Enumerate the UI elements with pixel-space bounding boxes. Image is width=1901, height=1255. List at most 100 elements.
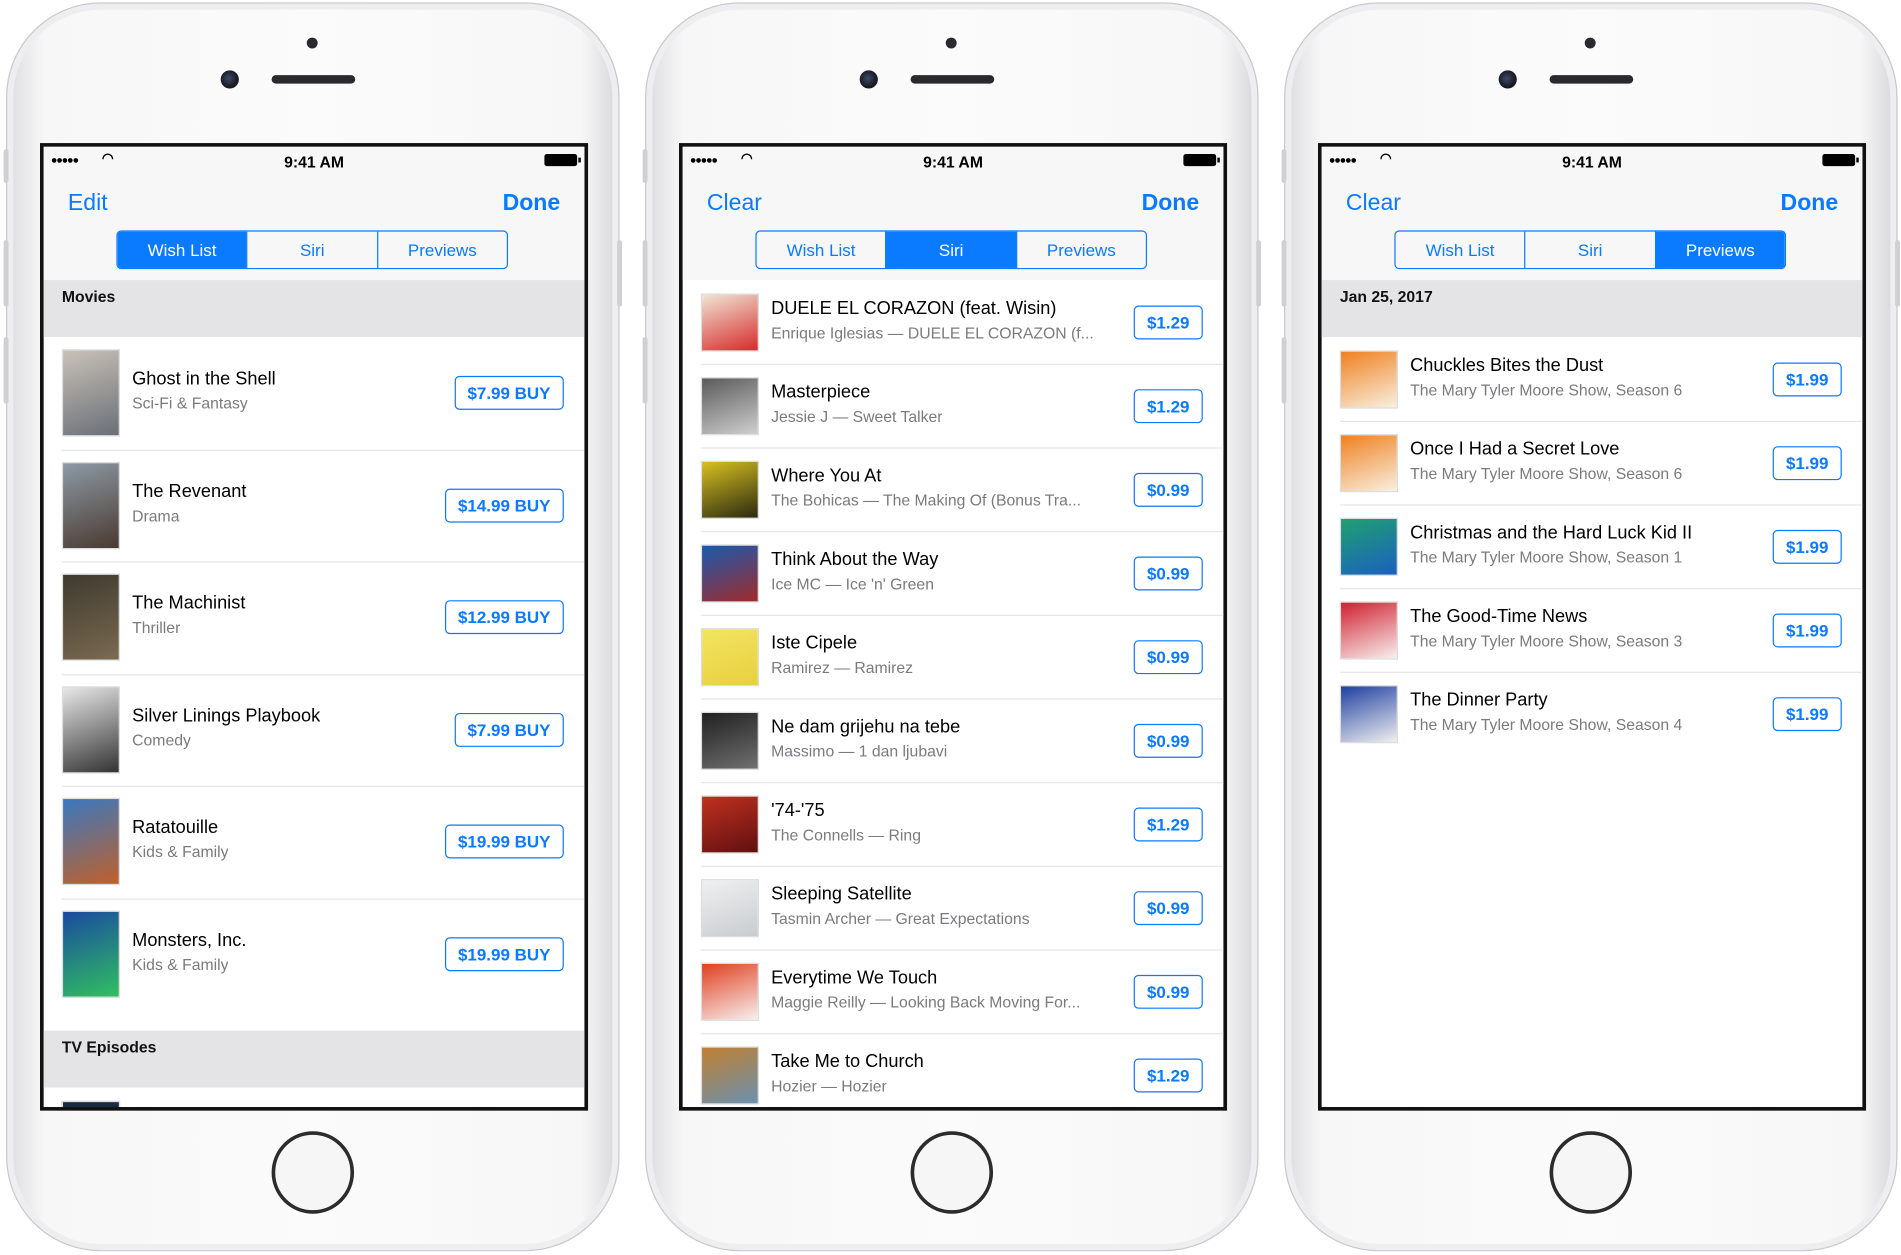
tab-siri[interactable]: Siri <box>246 231 377 268</box>
list-item[interactable]: Once I Had a Secret Love The Mary Tyler M… <box>1322 421 1863 505</box>
status-time: 9:41 AM <box>923 152 983 171</box>
home-button[interactable] <box>271 1131 355 1214</box>
price-button[interactable]: $1.29 <box>1133 388 1203 423</box>
list-item[interactable]: '74-'75 The Connells — Ring $1.29 <box>683 782 1224 866</box>
tab-previews[interactable]: Previews <box>376 231 507 268</box>
price-button[interactable]: $0.99 <box>1133 472 1203 507</box>
item-title: Once I Had a Secret Love <box>1410 438 1620 459</box>
price-button[interactable]: $0.99 <box>1133 555 1203 590</box>
item-subtitle: Comedy <box>132 730 191 750</box>
power-button[interactable] <box>617 240 623 307</box>
price-button[interactable]: $7.99 BUY <box>454 376 564 411</box>
list-item[interactable]: Iste Cipele Ramirez — Ramirez $0.99 <box>683 615 1224 699</box>
price-button[interactable]: $0.99 <box>1133 890 1203 925</box>
mute-switch[interactable] <box>1281 149 1287 184</box>
section-header: Jan 25, 2017 <box>1321 280 1863 338</box>
item-title: '74-'75 <box>771 799 825 821</box>
item-title: Masterpiece <box>771 381 871 402</box>
status-bar: ●●●●● ◠ 9:41 AM <box>44 147 585 176</box>
list-item[interactable]: Christmas and the Hard Luck Kid II The Ma… <box>1322 504 1863 588</box>
price-button[interactable]: $12.99 BUY <box>444 600 564 635</box>
list-item[interactable]: Ratatouille Kids & Family $19.99 BUY <box>44 786 585 898</box>
list-item[interactable]: Masterpiece Jessie J — Sweet Talker $1.29 <box>683 364 1224 448</box>
price-button[interactable]: $1.99 <box>1772 529 1842 564</box>
volume-up-button[interactable] <box>1281 240 1287 307</box>
item-title: The Dinner Party <box>1410 689 1548 710</box>
price-button[interactable]: $1.99 <box>1772 361 1842 396</box>
price-button[interactable]: $14.99 BUY <box>444 488 564 523</box>
list-item[interactable]: Think About the Way Ice MC — Ice 'n' Gree… <box>683 531 1224 615</box>
power-button[interactable] <box>1895 240 1900 307</box>
item-subtitle: Maggie Reilly — Looking Back Moving For.… <box>771 992 1081 1011</box>
tab-previews[interactable]: Previews <box>1015 231 1146 268</box>
list-item[interactable]: Sleeping Satellite Tasmin Archer — Great … <box>683 866 1224 950</box>
home-button[interactable] <box>910 1131 994 1214</box>
artwork-thumbnail <box>700 962 760 1021</box>
volume-down-button[interactable] <box>1281 337 1287 404</box>
phone-screen: ●●●●● ◠ 9:41 AM Edit Done Wish List Siri Previe… <box>40 143 589 1111</box>
price-button[interactable]: $1.99 <box>1772 445 1842 480</box>
iphone-frame: ●●●●● ◠ 9:41 AM Clear Done Wish List Siri Previ… <box>642 2 1261 1252</box>
list-item[interactable]: The Machinist Thriller $12.99 BUY <box>44 561 585 673</box>
tab-wish-list[interactable]: Wish List <box>757 232 886 268</box>
price-button[interactable]: $0.99 <box>1133 723 1203 758</box>
nav-done-button[interactable]: Done <box>1781 190 1839 217</box>
price-button[interactable]: $19.99 BUY <box>444 936 564 971</box>
price-button[interactable]: $1.99 <box>1772 612 1842 647</box>
item-subtitle: Thriller <box>132 618 181 637</box>
list-item[interactable]: Monsters, Inc. Kids & Family $19.99 BUY <box>44 898 585 1010</box>
price-button[interactable]: $0.99 <box>1133 974 1203 1009</box>
item-subtitle: The Mary Tyler Moore Show, Season 6 <box>1410 463 1683 482</box>
volume-down-button[interactable] <box>3 337 9 404</box>
item-title: Ghost in the Shell <box>132 368 276 390</box>
list-item[interactable]: Where You At The Bohicas — The Making Of … <box>683 447 1224 531</box>
list-item[interactable]: Silver Linings Playbook Comedy $7.99 BUY <box>44 674 585 786</box>
price-button[interactable]: $1.29 <box>1133 304 1203 339</box>
tab-wish-list[interactable]: Wish List <box>1396 232 1525 268</box>
item-title: Ne dam grijehu na tebe <box>771 715 961 737</box>
item-title: Silver Linings Playbook <box>132 705 321 726</box>
volume-down-button[interactable] <box>642 337 648 404</box>
price-button[interactable]: $1.99 <box>1772 696 1842 731</box>
list-item[interactable]: The Good-Time News The Mary Tyler Moore S… <box>1322 588 1863 672</box>
power-button[interactable] <box>1256 240 1261 307</box>
volume-up-button[interactable] <box>3 240 9 307</box>
mute-switch[interactable] <box>642 149 648 184</box>
price-button[interactable]: $1.29 <box>1133 806 1203 841</box>
item-subtitle: The Connells — Ring <box>771 825 921 844</box>
list-item[interactable]: Ne dam grijehu na tebe Massimo — 1 dan lj… <box>683 698 1224 782</box>
sensor-dot <box>945 37 957 49</box>
section-header: TV Episodes <box>43 1030 585 1088</box>
list-item[interactable]: The Revenant Drama $14.99 BUY <box>44 449 585 561</box>
tab-siri[interactable]: Siri <box>1524 231 1655 268</box>
tab-siri[interactable]: Siri <box>885 231 1016 268</box>
volume-up-button[interactable] <box>642 240 648 307</box>
nav-edit-button[interactable]: Edit <box>68 190 108 217</box>
item-subtitle: Kids & Family <box>132 955 229 974</box>
nav-clear-button[interactable]: Clear <box>1346 190 1401 217</box>
list-item[interactable]: Everytime We Touch Maggie Reilly — Lookin… <box>683 949 1224 1033</box>
item-title: Think About the Way <box>771 548 939 570</box>
list-item[interactable]: Take Me to Church Hozier — Hozier $1.29 <box>683 1033 1224 1107</box>
item-title: Everytime We Touch <box>771 966 938 988</box>
tab-wish-list[interactable]: Wish List <box>117 231 247 268</box>
tab-previews[interactable]: Previews <box>1654 231 1785 268</box>
home-button[interactable] <box>1549 1131 1633 1214</box>
list-item[interactable]: Ghost in the Shell Sci-Fi & Fantasy $7.99 … <box>44 337 585 449</box>
list-item[interactable]: The Dinner Party The Mary Tyler Moore Sho… <box>1322 672 1863 756</box>
item-subtitle: Sci-Fi & Fantasy <box>132 394 248 413</box>
item-title: Sleeping Satellite <box>771 883 912 904</box>
artwork-thumbnail <box>700 292 760 352</box>
list-item[interactable]: DUELE EL CORAZON (feat. Wisin) Enrique Ig… <box>683 280 1224 364</box>
price-button[interactable]: $0.99 <box>1133 639 1203 674</box>
nav-clear-button[interactable]: Clear <box>707 190 762 217</box>
list-item[interactable]: Chuckles Bites the Dust The Mary Tyler Mo… <box>1322 337 1863 421</box>
nav-done-button[interactable]: Done <box>503 190 561 217</box>
price-button[interactable]: $19.99 BUY <box>444 824 564 859</box>
status-time: 9:41 AM <box>284 152 344 171</box>
mute-switch[interactable] <box>3 149 9 184</box>
front-camera <box>220 70 239 89</box>
price-button[interactable]: $7.99 BUY <box>454 712 564 747</box>
price-button[interactable]: $1.29 <box>1133 1057 1203 1092</box>
nav-done-button[interactable]: Done <box>1142 190 1200 217</box>
